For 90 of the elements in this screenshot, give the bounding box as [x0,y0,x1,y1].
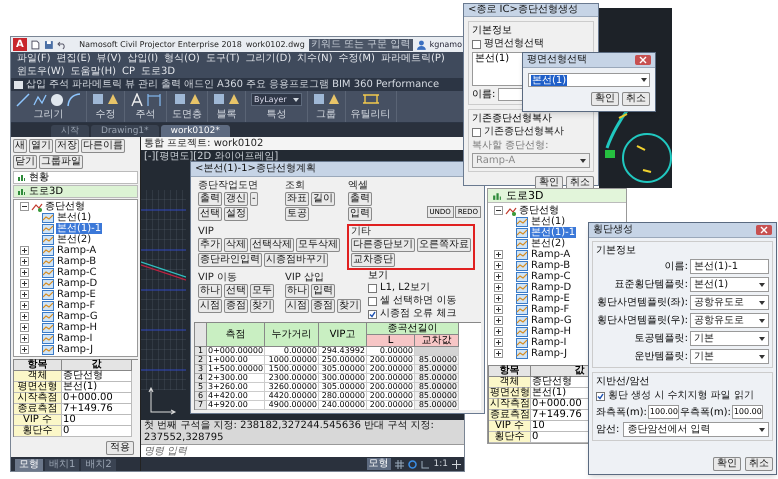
table-cell: 0 [62,426,132,437]
table-cell: 4+920.00 [207,401,265,410]
table-cell: 10 [62,415,132,426]
table-cell: 종료측점 [14,404,62,415]
table-cell: 85.00000 [415,383,459,392]
table-cell: 1+500.00000 [207,365,265,374]
column-header: VIP고 [319,323,367,347]
group-label: 종단작업도면 [198,180,258,191]
table-cell: 0+000.00 [62,393,132,404]
column-header: 교차값 [415,335,459,347]
field-label: 운반템플릿: [634,351,688,362]
table-cell: 2300.00000 [265,374,319,383]
table-cell: 평면선형 [489,388,531,399]
table-cell: 본선(1) [62,382,132,393]
project-label: 통합 프로젝트: work0102 [144,138,264,149]
row-number: 2 [195,356,207,365]
table-cell: 객체 [14,371,62,382]
command-history: 첫 번째 구석을 지정: 238182,327244.545636 반대 구석 지정: 237552,328795 [144,420,435,444]
group-label: VIP 이동 [198,272,237,283]
group-label: 보기 [368,270,388,281]
table-cell: 3+260.00 [207,383,265,392]
column-header: 누가거리 [265,323,319,347]
table-cell: 4420.00000 [265,392,319,401]
window-title: Namosoft Civil Projector Enterprise 2018 [79,40,242,50]
table-cell: 305.00000 [319,365,367,374]
group-label: VIP 삽입 [285,272,324,283]
group-label: 기타 [351,226,371,237]
table-cell: 평면선형 [14,382,62,393]
file-name: work0102.dwg [246,40,305,50]
row-number: 4 [195,374,207,383]
table-cell: VIP 수 [14,415,62,426]
table-cell: 85.00000 [415,392,459,401]
table-cell: 305.00000 [319,383,367,392]
field-label: 횡단사면템플릿(좌): [596,297,688,308]
row-number: 3 [195,365,207,374]
row-number: 5 [195,383,207,392]
dialog-title: 횡단생성 [593,224,633,236]
table-cell: 4900.00000 [265,401,319,410]
column-header: 측점 [207,323,265,347]
column-header: 항목 [489,366,531,377]
group-label: 엑셀 [348,180,368,191]
row-number: 6 [195,392,207,401]
table-cell: 85.00000 [415,374,459,383]
table-cell: 4+420.00 [207,392,265,401]
table-cell: 250.00000 [319,356,367,365]
column-header: L [367,335,415,347]
dialog-title: <종로 IC>종단선형생성 [468,4,578,16]
table-cell: 시작측점 [14,393,62,404]
dialog-title: 평면선형선택 [527,54,587,66]
field-label: 표준횡단템플릿: [614,279,688,290]
table-cell: 1+000.00 [207,356,265,365]
column-header: 종곡선길이 [367,323,459,335]
group-label: 기본정보 [472,25,512,36]
field-label: 횡단사면템플릿(우): [596,315,688,326]
group-label: VIP [198,226,214,237]
column-header: 값 [62,360,132,371]
field-label: 암선: [596,424,620,435]
group-label: 기존종단선형복사 [472,113,552,124]
field-label: 이름: [664,261,688,272]
table-cell: 1000.00000 [265,356,319,365]
group-label: 조회 [285,180,305,191]
table-cell: 객체 [489,377,531,388]
table-cell: 횡단수 [489,432,531,443]
table-cell: 7+149.76 [62,404,132,415]
field-label: 이름: [472,89,496,100]
table-cell: 횡단수 [14,426,62,437]
field-label: 복사할 종단선형: [472,140,549,151]
table-cell: 종단선형 [62,371,132,382]
table-cell: 0+000.00000 [207,347,265,356]
table-cell: 85.00000 [415,401,459,410]
table-cell: 280.00000 [319,392,367,401]
dialog-title: <본선(1)-1>종단선형계획 [195,163,316,175]
row-number: 1 [195,347,207,356]
table-cell: 85.00000 [415,365,459,374]
table-cell: 3260.00000 [265,383,319,392]
table-cell: 294.43992 [319,347,367,356]
table-cell: 85.00000 [415,356,459,365]
field-label: 토공템플릿: [634,333,688,344]
column-header: 항목 [14,360,62,371]
table-cell: VIP 수 [489,421,531,432]
table-cell: 0.00000 [265,347,319,356]
field-label: 우측폭(m): [680,406,731,418]
group-label: 기본정보 [596,245,636,256]
table-cell: 1500.00000 [265,365,319,374]
table-cell: 시작측점 [489,399,531,410]
table-cell: 240.00000 [319,401,367,410]
table-cell: 2+300.00 [207,374,265,383]
table-cell: 종료측점 [489,410,531,421]
table-cell: 300.00000 [319,374,367,383]
row-number: 7 [195,401,207,410]
